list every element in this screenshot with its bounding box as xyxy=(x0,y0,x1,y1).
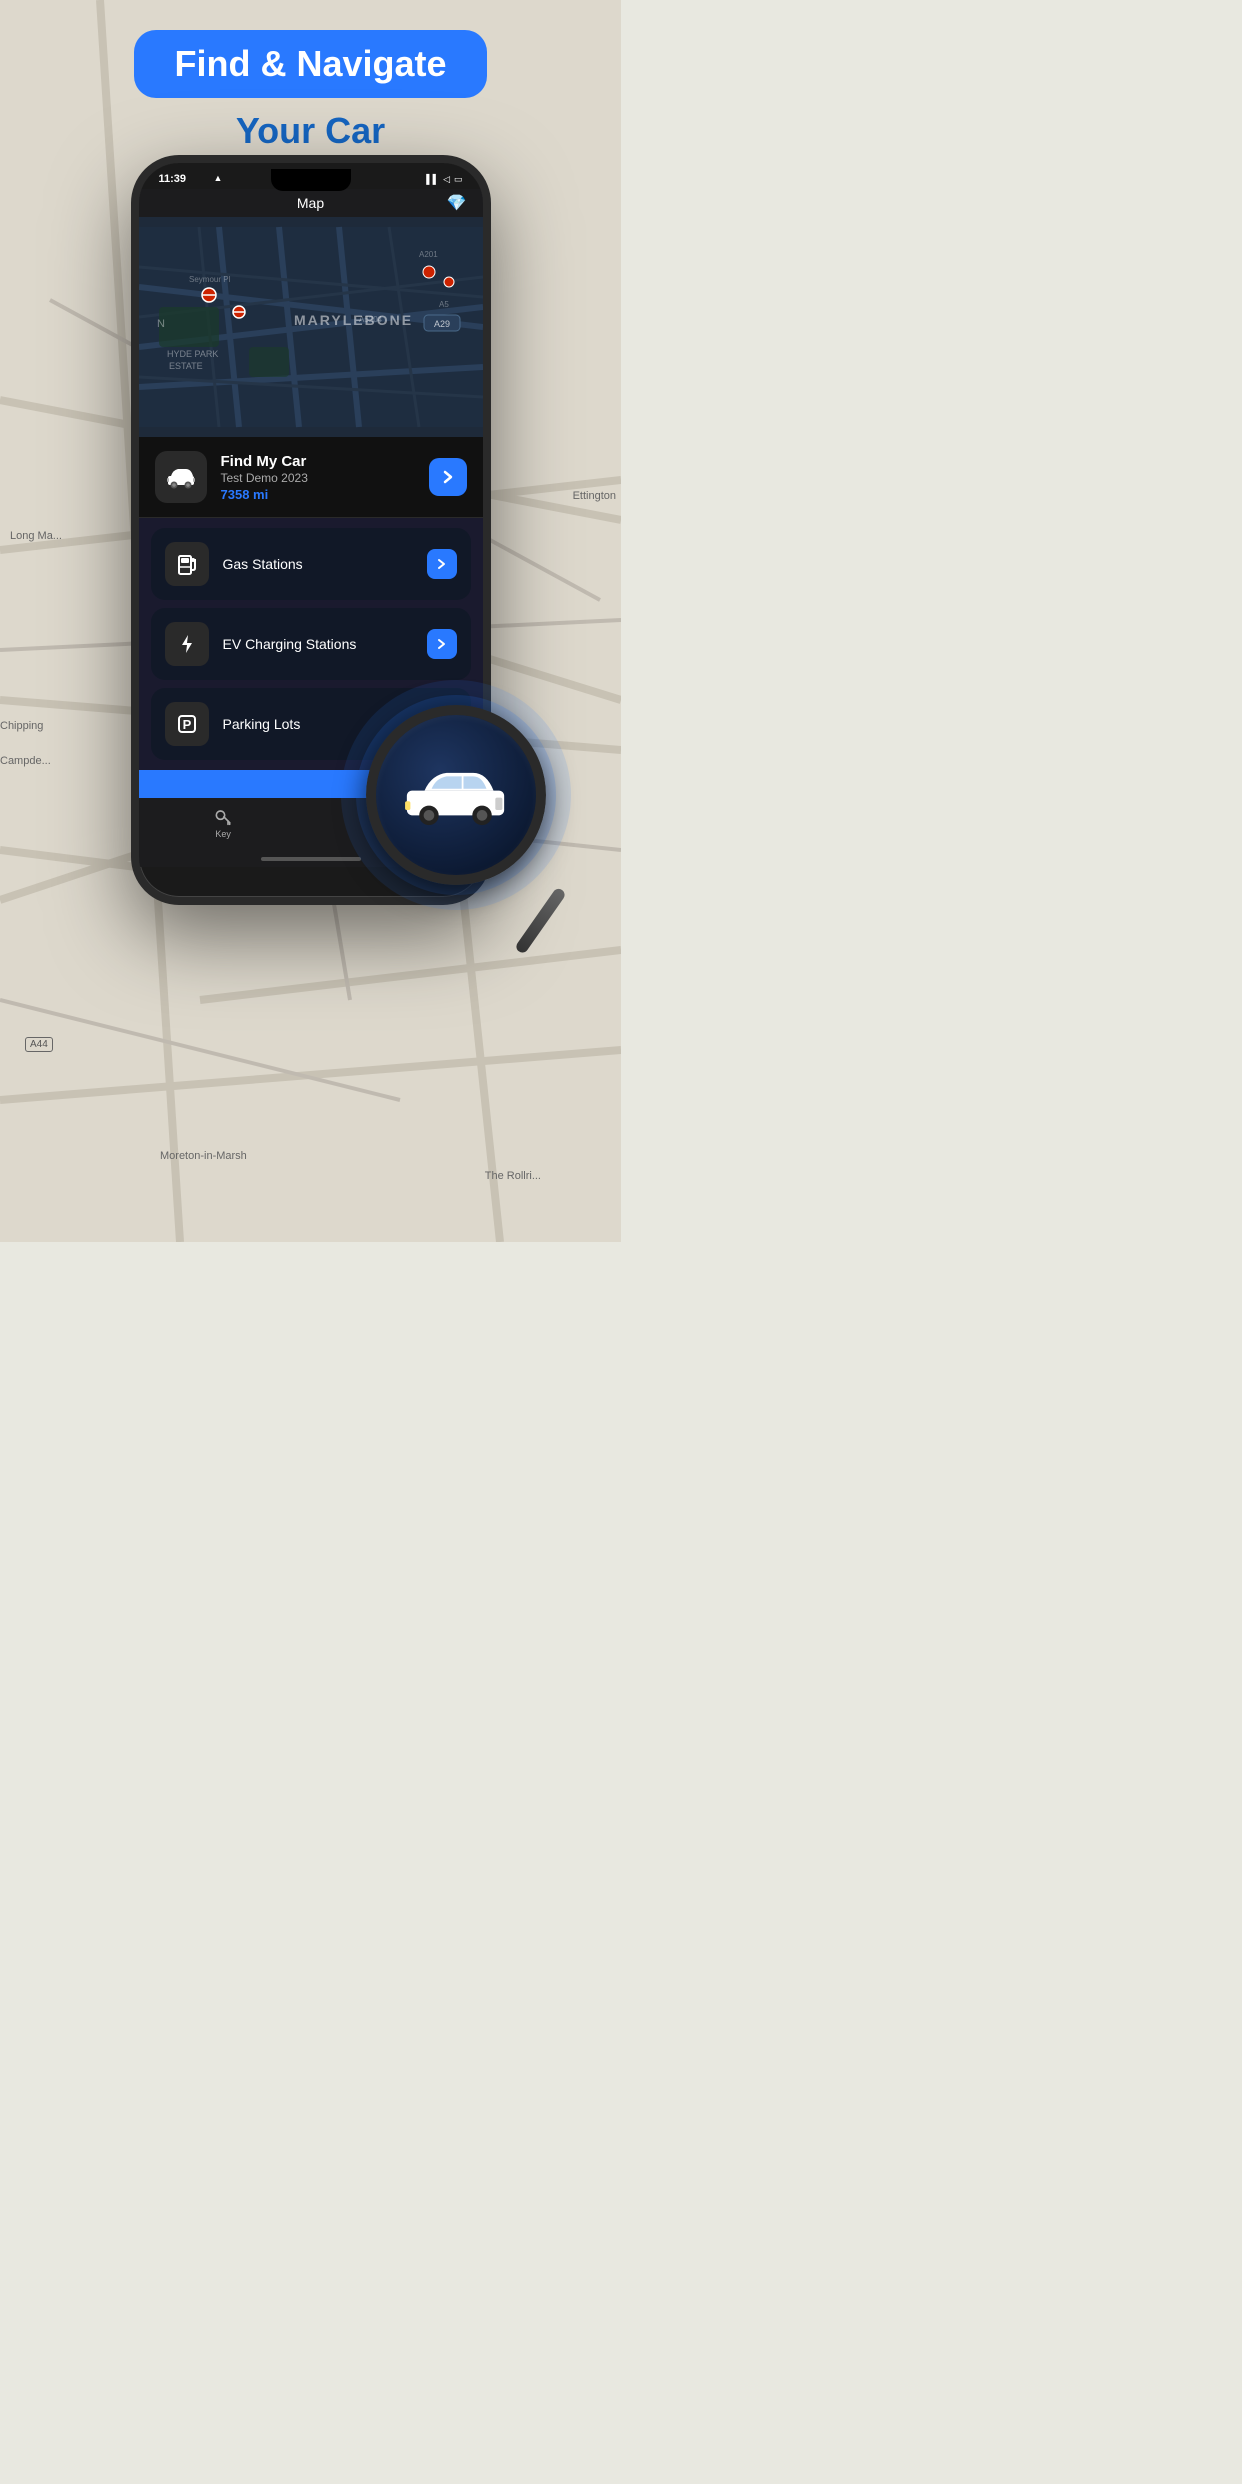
ev-charging-label: EV Charging Stations xyxy=(223,636,413,652)
phone-map-view: Seymour Pl A5204 A201 A5 MARYLEBONE HYDE… xyxy=(139,217,483,437)
svg-text:Seymour Pl: Seymour Pl xyxy=(189,275,231,284)
arrow-right-small-icon-2 xyxy=(435,637,449,651)
car-icon xyxy=(166,462,196,492)
arrow-right-icon xyxy=(439,468,457,486)
find-my-car-arrow-button[interactable] xyxy=(429,458,467,496)
phone-notch xyxy=(271,169,351,191)
arrow-right-small-icon xyxy=(435,557,449,571)
nav-title: Map xyxy=(297,195,324,211)
phone-mockup: 11:39 ▲ ▌▌ ◁ ▭ Map 💎 xyxy=(131,155,491,905)
home-indicator xyxy=(261,857,361,861)
car-in-magnifier-icon xyxy=(398,764,513,826)
svg-text:A5: A5 xyxy=(439,300,449,309)
find-my-car-card[interactable]: Find My Car Test Demo 2023 7358 mi xyxy=(139,437,483,518)
top-heading-area: Find & Navigate Your Car xyxy=(0,0,621,152)
signal-icon: ▌▌ xyxy=(426,174,439,184)
diamond-icon[interactable]: 💎 xyxy=(447,193,467,213)
tab-key-label: Key xyxy=(215,829,231,839)
svg-text:N: N xyxy=(157,318,165,330)
heading-line1: Find & Navigate xyxy=(174,44,446,84)
key-icon xyxy=(213,806,233,826)
magnifier-lens xyxy=(366,705,546,885)
wifi-icon: ◁ xyxy=(443,174,450,185)
status-time: 11:39 xyxy=(159,173,187,185)
car-icon-box xyxy=(155,451,207,503)
svg-text:A29: A29 xyxy=(433,319,449,329)
svg-text:ESTATE: ESTATE xyxy=(169,361,203,371)
ev-charging-arrow[interactable] xyxy=(427,629,457,659)
parking-icon-box: P xyxy=(165,702,209,746)
svg-text:HYDE PARK: HYDE PARK xyxy=(167,349,218,359)
gas-stations-label: Gas Stations xyxy=(223,556,413,572)
gas-icon-box xyxy=(165,542,209,586)
gas-stations-item[interactable]: Gas Stations xyxy=(151,528,471,600)
heading-line2: Your Car xyxy=(0,110,621,152)
car-name: Find My Car xyxy=(221,453,415,470)
car-info: Find My Car Test Demo 2023 7358 mi xyxy=(221,453,415,502)
ev-charging-icon xyxy=(175,632,199,656)
car-model: Test Demo 2023 xyxy=(221,471,415,485)
status-icons: ▌▌ ◁ ▭ xyxy=(426,174,462,185)
gas-station-icon xyxy=(175,552,199,576)
magnifier xyxy=(366,705,586,965)
svg-text:MARYLEBONE: MARYLEBONE xyxy=(294,312,413,328)
tab-key[interactable]: Key xyxy=(213,806,233,839)
heading-badge: Find & Navigate xyxy=(134,30,486,98)
car-mileage: 7358 mi xyxy=(221,487,415,502)
svg-text:A201: A201 xyxy=(419,250,438,259)
app-nav-bar: Map 💎 xyxy=(139,189,483,217)
parking-icon: P xyxy=(175,712,199,736)
svg-text:P: P xyxy=(182,717,191,732)
gas-stations-arrow[interactable] xyxy=(427,549,457,579)
ev-charging-item[interactable]: EV Charging Stations xyxy=(151,608,471,680)
battery-icon: ▭ xyxy=(454,174,463,185)
magnifier-handle xyxy=(514,887,567,955)
ev-icon-box xyxy=(165,622,209,666)
location-icon: ▲ xyxy=(214,173,223,183)
